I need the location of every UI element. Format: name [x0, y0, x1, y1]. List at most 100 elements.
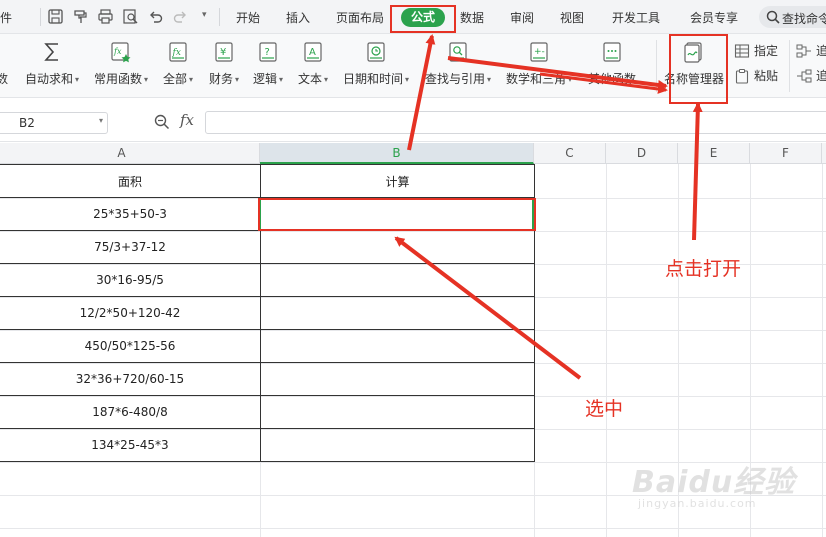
redo-icon[interactable] [172, 8, 189, 25]
tab-data[interactable]: 数据 [460, 9, 484, 26]
table-row: 75/3+37-12 [0, 230, 535, 264]
trace-precedents-button[interactable]: 追 [796, 42, 826, 60]
menu-separator [219, 8, 220, 26]
cell-b[interactable] [260, 329, 535, 363]
question-book-icon: ? [256, 40, 280, 64]
autosum-button[interactable]: 自动求和 ▾ [22, 40, 82, 94]
financial-button[interactable]: ¥ 财务 ▾ [204, 40, 244, 94]
annotation-click-open: 点击打开 [665, 258, 742, 280]
cell-b[interactable] [260, 428, 535, 462]
column-header-a[interactable]: A [0, 143, 260, 164]
cell-a[interactable]: 134*25-45*3 [0, 428, 261, 462]
print-preview-icon[interactable] [122, 8, 139, 25]
tab-member[interactable]: 会员专享 [690, 9, 738, 26]
cell-b[interactable] [260, 296, 535, 330]
tab-insert[interactable]: 插入 [286, 9, 310, 26]
column-header-b[interactable]: B [260, 143, 534, 164]
cell-a[interactable]: 32*36+720/60-15 [0, 362, 261, 396]
tab-home[interactable]: 开始 [236, 9, 260, 26]
print-icon[interactable] [97, 8, 114, 25]
format-painter-icon[interactable] [72, 8, 89, 25]
logical-button[interactable]: ? 逻辑 ▾ [248, 40, 288, 94]
search-placeholder: 查找命令 [782, 12, 826, 26]
svg-text:+-: +- [534, 47, 545, 57]
math-trig-button[interactable]: +- 数学和三角 ▾ [502, 40, 576, 94]
tab-view[interactable]: 视图 [560, 9, 584, 26]
text-book-icon: A [301, 40, 325, 64]
column-header-c[interactable]: C [534, 143, 606, 164]
tab-review[interactable]: 审阅 [510, 9, 534, 26]
baidu-url: jingyan.baidu.com [638, 497, 757, 510]
name-box-value: B2 [19, 116, 35, 130]
name-box[interactable]: B2 ▾ [0, 112, 108, 134]
logical-label: 逻辑 [252, 72, 277, 86]
cell-b[interactable] [260, 395, 535, 429]
define-name-button[interactable]: 指定 [734, 42, 778, 60]
chevron-down-icon: ▾ [189, 75, 194, 84]
svg-text:?: ? [265, 47, 270, 58]
cell-b1[interactable]: 计算 [260, 164, 535, 198]
save-icon[interactable] [47, 8, 64, 25]
text-button[interactable]: A 文本 ▾ [293, 40, 333, 94]
trace-icon [796, 68, 812, 84]
cell-b[interactable] [260, 263, 535, 297]
svg-text:fx: fx [172, 48, 181, 58]
chevron-down-icon: ▾ [235, 75, 240, 84]
chevron-down-icon: ▾ [324, 75, 329, 84]
column-header-e[interactable]: E [678, 143, 750, 164]
highlight-formula-tab [390, 5, 456, 33]
highlight-name-manager [669, 34, 728, 104]
lookup-reference-button[interactable]: 查找与引用 ▾ [420, 40, 496, 94]
plus-minus-book-icon: +- [527, 40, 551, 64]
cell-b[interactable] [260, 362, 535, 396]
cell-a[interactable]: 25*35+50-3 [0, 197, 261, 231]
trace-precedents-label: 追 [816, 44, 826, 58]
chevron-down-icon: ▾ [405, 75, 410, 84]
financial-label: 财务 [208, 72, 233, 86]
cell-a[interactable]: 75/3+37-12 [0, 230, 261, 264]
clock-book-icon [364, 40, 388, 64]
all-functions-button[interactable]: fx 全部 ▾ [158, 40, 198, 94]
clipboard-icon [734, 68, 750, 84]
cell-a[interactable]: 30*16-95/5 [0, 263, 261, 297]
other-functions-button[interactable]: 其他函数 [584, 40, 640, 94]
cell-b[interactable] [260, 230, 535, 264]
table-row: 32*36+720/60-15 [0, 362, 535, 396]
trace-dependents-button[interactable]: 追 [796, 67, 826, 85]
column-header-f[interactable]: F [750, 143, 822, 164]
paste-names-label: 粘贴 [754, 69, 779, 83]
undo-icon[interactable] [147, 8, 164, 25]
tab-developer[interactable]: 开发工具 [612, 9, 660, 26]
tab-page-layout[interactable]: 页面布局 [336, 9, 384, 26]
common-functions-button[interactable]: fx 常用函数 ▾ [91, 40, 151, 94]
cell-a[interactable]: 450/50*125-56 [0, 329, 261, 363]
spreadsheet-app: 件 ▾ 开始 插入 页面布局 公式 数据 审阅 视图 开发工具 会员专享 查找命… [0, 0, 826, 537]
table-row: 134*25-45*3 [0, 428, 535, 462]
cell-a[interactable]: 187*6-480/8 [0, 395, 261, 429]
insert-function-button[interactable]: 数 [0, 40, 12, 94]
chevron-down-icon[interactable]: ▾ [99, 116, 103, 125]
table-row: 30*16-95/5 [0, 263, 535, 297]
ribbon-separator [789, 40, 790, 92]
paste-names-button[interactable]: 粘贴 [734, 67, 778, 85]
insert-function-icon[interactable]: fx [180, 111, 194, 129]
formula-input[interactable] [205, 111, 826, 134]
command-search[interactable]: 查找命令 [759, 6, 826, 28]
lookup-reference-label: 查找与引用 [424, 72, 485, 86]
zoom-icon[interactable] [153, 113, 171, 131]
cell-a1[interactable]: 面积 [0, 164, 261, 198]
file-menu[interactable]: 件 [0, 9, 12, 26]
cell-a[interactable]: 12/2*50+120-42 [0, 296, 261, 330]
function-book-icon: fx [166, 40, 190, 64]
magnifier-book-icon [446, 40, 470, 64]
all-functions-label: 全部 [162, 72, 187, 86]
dots-book-icon [600, 40, 624, 64]
math-trig-label: 数学和三角 [505, 72, 566, 86]
formula-bar: B2 ▾ fx [0, 98, 826, 142]
quick-access-dropdown-icon[interactable]: ▾ [202, 10, 207, 20]
chevron-down-icon: ▾ [144, 75, 149, 84]
column-header-d[interactable]: D [606, 143, 678, 164]
star-function-icon: fx [109, 40, 133, 64]
date-time-button[interactable]: 日期和时间 ▾ [339, 40, 413, 94]
text-label: 文本 [297, 72, 322, 86]
